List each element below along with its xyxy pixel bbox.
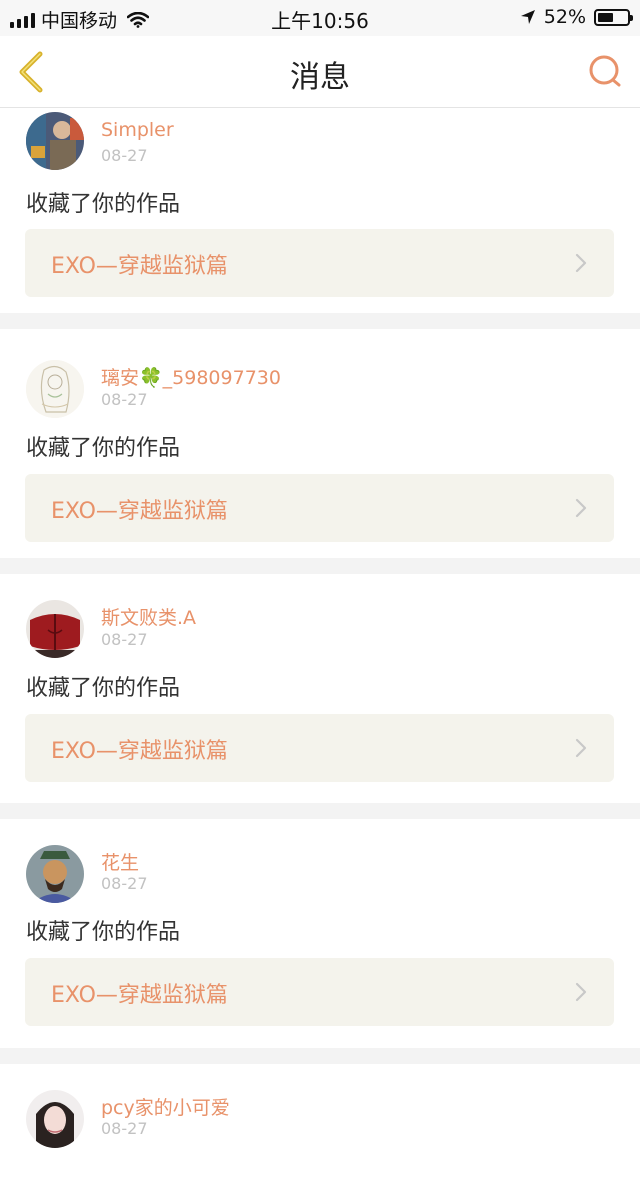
- notification-item: pcy家的小可爱 08-27: [0, 1064, 640, 1184]
- work-title: EXO—穿越监狱篇: [51, 983, 228, 1008]
- navigation-bar: 消息: [0, 36, 640, 108]
- avatar[interactable]: [26, 360, 84, 418]
- notification-item: 璃安🍀_598097730 08-27 收藏了你的作品 EXO—穿越监狱篇: [0, 329, 640, 558]
- avatar[interactable]: [26, 600, 84, 658]
- username[interactable]: Simpler: [101, 119, 174, 141]
- work-title: EXO—穿越监狱篇: [51, 739, 228, 764]
- location-arrow-icon: [520, 10, 535, 24]
- notification-date: 08-27: [101, 1119, 148, 1138]
- notification-item: 花生 08-27 收藏了你的作品 EXO—穿越监狱篇: [0, 819, 640, 1048]
- notification-date: 08-27: [101, 874, 148, 893]
- page-title: 消息: [290, 60, 350, 95]
- status-bar: 中国移动 上午10:56 52%: [0, 0, 640, 36]
- battery-icon: [594, 8, 633, 26]
- username[interactable]: 花生: [101, 848, 139, 875]
- search-button[interactable]: [586, 52, 626, 92]
- battery-level-fill: [598, 12, 613, 22]
- username[interactable]: 斯文败类.A: [101, 603, 196, 630]
- chevron-right-icon: [575, 498, 587, 518]
- avatar[interactable]: [26, 1090, 84, 1148]
- username[interactable]: 璃安🍀_598097730: [101, 363, 281, 390]
- work-title: EXO—穿越监狱篇: [51, 499, 228, 524]
- divider: [0, 1048, 640, 1064]
- notification-action: 收藏了你的作品: [26, 436, 181, 461]
- avatar[interactable]: [26, 845, 84, 903]
- notification-date: 08-27: [101, 146, 148, 165]
- work-title: EXO—穿越监狱篇: [51, 254, 228, 279]
- divider: [0, 313, 640, 329]
- chevron-right-icon: [575, 982, 587, 1002]
- notification-action: 收藏了你的作品: [26, 676, 181, 701]
- divider: [0, 558, 640, 574]
- notification-list: Simpler 08-27 收藏了你的作品 EXO—穿越监狱篇 璃安🍀_5980…: [0, 109, 640, 1184]
- chevron-right-icon: [575, 738, 587, 758]
- notification-date: 08-27: [101, 390, 148, 409]
- work-link[interactable]: EXO—穿越监狱篇: [25, 229, 614, 297]
- notification-item: 斯文败类.A 08-27 收藏了你的作品 EXO—穿越监狱篇: [0, 574, 640, 803]
- chevron-right-icon: [575, 253, 587, 273]
- work-link[interactable]: EXO—穿越监狱篇: [25, 958, 614, 1026]
- notification-date: 08-27: [101, 630, 148, 649]
- work-link[interactable]: EXO—穿越监狱篇: [25, 714, 614, 782]
- work-link[interactable]: EXO—穿越监狱篇: [25, 474, 614, 542]
- divider: [0, 803, 640, 819]
- notification-action: 收藏了你的作品: [26, 920, 181, 945]
- battery-percent: 52%: [543, 6, 586, 28]
- notification-action: 收藏了你的作品: [26, 192, 181, 217]
- avatar[interactable]: [26, 112, 84, 170]
- search-icon: [589, 55, 621, 87]
- notification-item: Simpler 08-27 收藏了你的作品 EXO—穿越监狱篇: [0, 109, 640, 313]
- username[interactable]: pcy家的小可爱: [101, 1093, 230, 1120]
